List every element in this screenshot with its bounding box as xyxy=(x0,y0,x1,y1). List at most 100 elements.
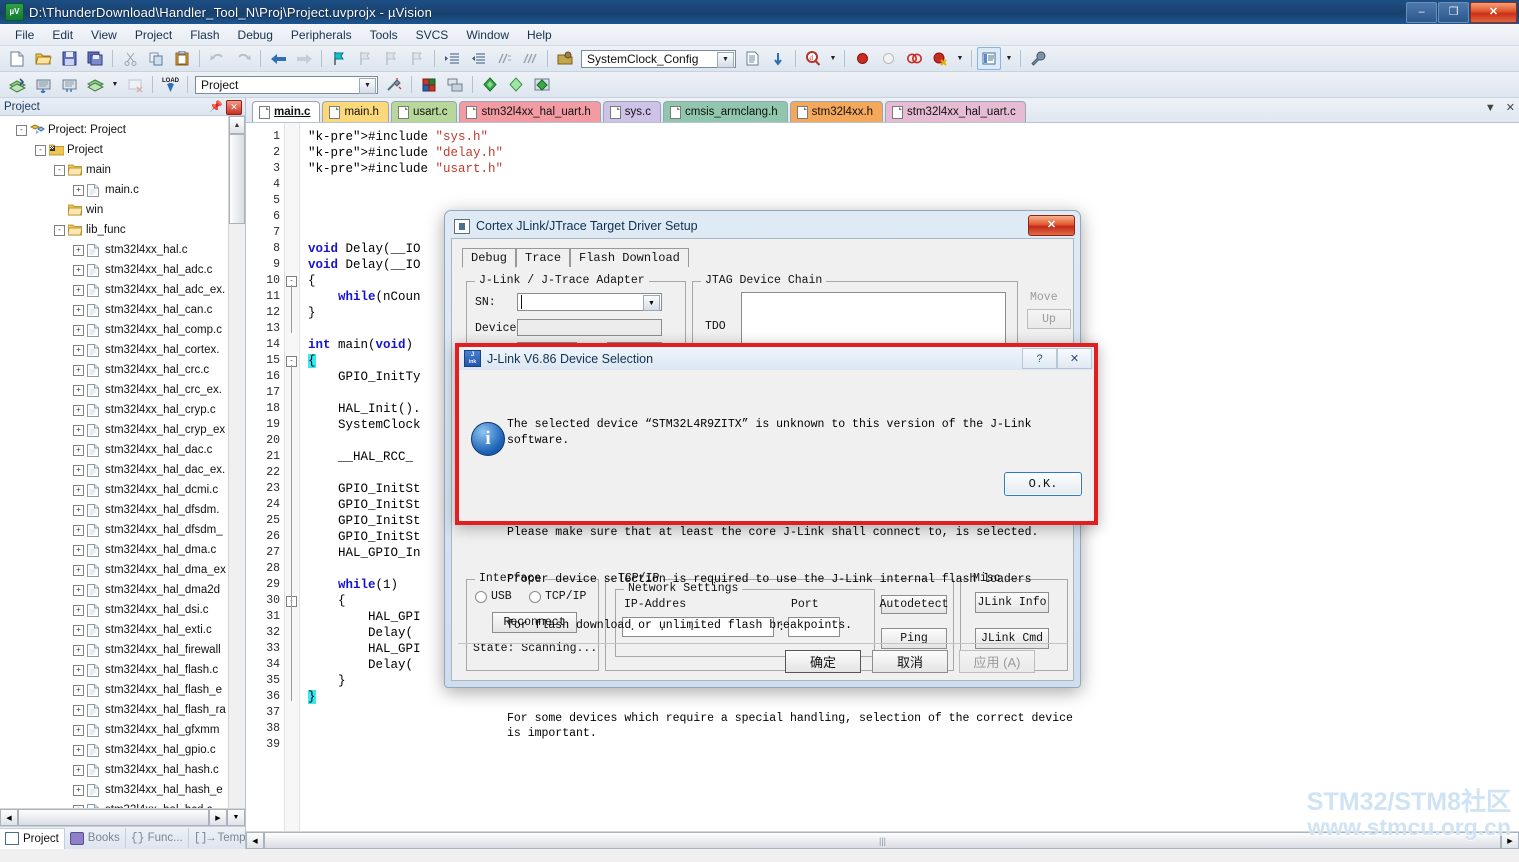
tree-item[interactable]: win xyxy=(6,200,228,220)
tree-item[interactable]: + main.c xyxy=(6,180,228,200)
panel-tab-functions[interactable]: {} Func... xyxy=(126,828,189,848)
collapse-toggle-icon[interactable]: - xyxy=(54,224,65,236)
menu-item-window[interactable]: Window xyxy=(457,26,518,44)
batch-build-icon[interactable] xyxy=(83,73,107,96)
build-toolbar[interactable]: ▼ LOAD Project ▼ xyxy=(0,72,1519,98)
expand-toggle-icon[interactable]: + xyxy=(73,384,84,396)
help-button[interactable]: ? xyxy=(1022,348,1057,369)
expand-toggle-icon[interactable]: + xyxy=(73,604,84,616)
chevron-down-icon[interactable]: ▼ xyxy=(359,77,376,94)
tree-item[interactable]: + stm32l4xx_hal_gpio.c xyxy=(6,740,228,760)
tree-item[interactable]: + stm32l4xx_hal_flash.c xyxy=(6,660,228,680)
panel-tab-books[interactable]: Books xyxy=(65,828,126,848)
tree-item[interactable]: + stm32l4xx_hal.c xyxy=(6,240,228,260)
copy-icon[interactable] xyxy=(144,47,168,70)
tab-trace[interactable]: Trace xyxy=(516,248,571,267)
project-tree[interactable]: - Project: Project - Project - main + main.c win… xyxy=(0,116,228,808)
expand-toggle-icon[interactable]: + xyxy=(73,424,84,436)
tree-item[interactable]: + stm32l4xx_hal_cortex. xyxy=(6,340,228,360)
panel-tab-project[interactable]: Project xyxy=(0,827,65,849)
close-icon[interactable]: ✕ xyxy=(226,100,242,115)
target-combo[interactable]: Project ▼ xyxy=(195,75,378,94)
scroll-thumb[interactable] xyxy=(229,134,245,224)
window-controls[interactable]: – ❐ ✕ xyxy=(1406,2,1517,23)
tree-item[interactable]: + stm32l4xx_hal_adc_ex. xyxy=(6,280,228,300)
expand-toggle-icon[interactable]: + xyxy=(73,364,84,376)
editor-tab-controls[interactable]: ▼ ✕ xyxy=(1485,101,1515,115)
expand-toggle-icon[interactable]: + xyxy=(73,304,84,316)
dialog-window-buttons[interactable]: ? ✕ xyxy=(1022,348,1092,369)
enable-breakpoint-icon[interactable] xyxy=(876,47,900,70)
editor-tab[interactable]: sys.c xyxy=(602,101,661,122)
paste-icon[interactable] xyxy=(170,47,194,70)
manage-project-items-icon[interactable] xyxy=(417,73,441,96)
editor-tab[interactable]: stm32l4xx.h xyxy=(789,101,884,122)
editor-tab[interactable]: stm32l4xx_hal_uart.c xyxy=(885,101,1026,122)
menu-item-peripherals[interactable]: Peripherals xyxy=(282,26,361,44)
tree-item[interactable]: + stm32l4xx_hal_dma.c xyxy=(6,540,228,560)
tab-flash-download[interactable]: Flash Download xyxy=(570,248,689,267)
tree-item[interactable]: - Project: Project xyxy=(6,120,228,140)
tree-item[interactable]: + stm32l4xx_hal_gfxmm xyxy=(6,720,228,740)
tree-item[interactable]: - main xyxy=(6,160,228,180)
close-button[interactable]: ✕ xyxy=(1470,2,1517,23)
configure-target-icon[interactable] xyxy=(553,47,577,70)
expand-toggle-icon[interactable]: + xyxy=(73,684,84,696)
expand-toggle-icon[interactable]: + xyxy=(73,624,84,636)
expand-toggle-icon[interactable]: + xyxy=(73,784,84,796)
editor-tab[interactable]: main.h xyxy=(322,101,389,122)
scroll-right-button[interactable]: ▶ xyxy=(209,809,227,826)
dialog-close-button[interactable]: ✕ xyxy=(1028,215,1075,236)
scroll-left-button[interactable]: ◀ xyxy=(0,809,18,826)
scroll-thumb-h[interactable] xyxy=(18,809,209,826)
open-file-icon[interactable] xyxy=(31,47,55,70)
expand-toggle-icon[interactable]: + xyxy=(73,764,84,776)
project-tree-container[interactable]: - Project: Project - Project - main + main.c win… xyxy=(0,116,245,808)
tree-item[interactable]: + stm32l4xx_hal_adc.c xyxy=(6,260,228,280)
scroll-up-button[interactable]: ▲ xyxy=(229,116,245,134)
download-icon[interactable]: LOAD xyxy=(158,73,182,96)
windows-dropdown-icon[interactable]: ▼ xyxy=(1003,47,1015,70)
collapse-toggle-icon[interactable]: - xyxy=(35,144,46,156)
project-panel-tabs[interactable]: Project Books {} Func... []→ Temp... xyxy=(0,826,262,849)
jlink-device-selection-dialog[interactable]: Jink J-Link V6.86 Device Selection ? ✕ i… xyxy=(455,343,1098,740)
fold-toggle-icon[interactable]: - xyxy=(285,593,299,609)
menu-item-view[interactable]: View xyxy=(82,26,126,44)
expand-toggle-icon[interactable]: + xyxy=(73,524,84,536)
expand-toggle-icon[interactable]: + xyxy=(73,644,84,656)
editor-tab-strip[interactable]: main.c main.h usart.c stm32l4xx_hal_uart.h s… xyxy=(246,98,1519,123)
translate-icon[interactable] xyxy=(5,73,29,96)
chevron-down-icon[interactable]: ▼ xyxy=(643,295,660,311)
menu-item-edit[interactable]: Edit xyxy=(43,26,82,44)
close-button[interactable]: ✕ xyxy=(1057,348,1092,369)
tree-item[interactable]: + stm32l4xx_hal_firewall xyxy=(6,640,228,660)
tree-item[interactable]: + stm32l4xx_hal_cryp.c xyxy=(6,400,228,420)
menu-bar[interactable]: File Edit View Project Flash Debug Perip… xyxy=(0,24,1519,46)
expand-toggle-icon[interactable]: + xyxy=(73,484,84,496)
chevron-down-icon[interactable]: ▼ xyxy=(717,51,734,68)
tree-item[interactable]: + stm32l4xx_hal_dfsdm. xyxy=(6,500,228,520)
tree-item[interactable]: + stm32l4xx_hal_flash_ra xyxy=(6,700,228,720)
kill-all-breakpoints-icon[interactable] xyxy=(928,47,952,70)
scroll-menu-button[interactable]: ▼ xyxy=(227,809,245,826)
collapse-toggle-icon[interactable]: - xyxy=(16,124,27,136)
save-all-icon[interactable] xyxy=(83,47,107,70)
tree-item[interactable]: + stm32l4xx_hal_hash_e xyxy=(6,780,228,800)
radio-circle[interactable] xyxy=(475,590,487,603)
editor-tab[interactable]: main.c xyxy=(252,101,321,122)
tree-item[interactable]: + stm32l4xx_hal_dcmi.c xyxy=(6,480,228,500)
bookmark-toggle-icon[interactable] xyxy=(327,47,351,70)
manage-runtime-icon[interactable] xyxy=(504,73,528,96)
insert-breakpoint-icon[interactable] xyxy=(850,47,874,70)
expand-toggle-icon[interactable]: + xyxy=(73,284,84,296)
text-file-icon[interactable] xyxy=(740,47,764,70)
indent-left-icon[interactable] xyxy=(466,47,490,70)
pin-icon[interactable]: 📌 xyxy=(209,100,223,113)
dialog-tab-row[interactable]: Debug Trace Flash Download xyxy=(462,247,1073,268)
expand-toggle-icon[interactable]: + xyxy=(73,584,84,596)
editor-horizontal-scrollbar[interactable]: ◀ ||| ▶ xyxy=(246,831,1519,849)
tree-item[interactable]: + stm32l4xx_hal_exti.c xyxy=(6,620,228,640)
tree-item[interactable]: + stm32l4xx_hal_crc_ex. xyxy=(6,380,228,400)
maximize-button[interactable]: ❐ xyxy=(1438,2,1469,23)
expand-toggle-icon[interactable]: + xyxy=(73,324,84,336)
